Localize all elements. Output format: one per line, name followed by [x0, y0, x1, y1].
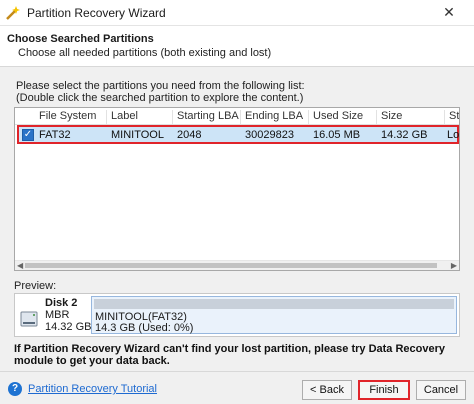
window-title: Partition Recovery Wizard	[27, 6, 166, 20]
disk-name: Disk 2	[45, 297, 78, 309]
column-header-label[interactable]: Label	[107, 110, 173, 124]
instruction-line-1: Please select the partitions you need fr…	[16, 80, 305, 92]
column-header-ending-lba[interactable]: Ending LBA	[241, 110, 309, 124]
cell-used-size: 16.05 MB	[313, 129, 361, 141]
wizard-content: Please select the partitions you need fr…	[0, 66, 474, 404]
close-button[interactable]: ✕	[438, 2, 460, 22]
back-button[interactable]: < Back	[302, 380, 352, 400]
page-subtitle: Choose all needed partitions (both exist…	[18, 47, 272, 59]
row-checkbox[interactable]: ✓	[22, 129, 34, 141]
disk-preview: Disk 2 MBR 14.32 GB MINITOOL(FAT32) 14.3…	[14, 293, 460, 337]
cell-file-system: FAT32	[39, 129, 71, 141]
column-header-used-size[interactable]: Used Size	[309, 110, 377, 124]
disk-size: 14.32 GB	[45, 321, 92, 333]
partition-usage-bar	[94, 299, 454, 309]
recovery-note: If Partition Recovery Wizard can't find …	[14, 343, 446, 367]
cell-ending-lba: 30029823	[245, 129, 294, 141]
instruction-line-2: (Double click the searched partition to …	[16, 92, 304, 104]
cell-size: 14.32 GB	[381, 129, 428, 141]
scroll-right-icon[interactable]: ▶	[451, 261, 457, 270]
tutorial-link[interactable]: Partition Recovery Tutorial	[28, 383, 157, 395]
partition-size: 14.3 GB (Used: 0%)	[95, 322, 194, 334]
disk-drive-icon	[20, 311, 38, 327]
cell-starting-lba: 2048	[177, 129, 202, 141]
table-row[interactable]: ✓ FAT32 MINITOOL 2048 30029823 16.05 MB …	[17, 125, 459, 144]
wizard-wand-icon	[6, 6, 20, 20]
horizontal-scrollbar[interactable]: ◀ ▶	[15, 260, 459, 270]
column-header-size[interactable]: Size	[377, 110, 445, 124]
partition-table[interactable]: File System Label Starting LBA Ending LB…	[14, 107, 460, 271]
scrollbar-thumb[interactable]	[25, 263, 437, 268]
column-header-status[interactable]: Stat	[445, 110, 459, 124]
column-header-file-system[interactable]: File System	[35, 110, 107, 124]
title-bar: Partition Recovery Wizard ✕	[0, 0, 474, 26]
wizard-header: Choose Searched Partitions Choose all ne…	[0, 27, 474, 65]
partition-block[interactable]: MINITOOL(FAT32) 14.3 GB (Used: 0%)	[91, 296, 457, 334]
cancel-button[interactable]: Cancel	[416, 380, 466, 400]
help-icon[interactable]: ?	[8, 382, 22, 396]
page-title: Choose Searched Partitions	[7, 33, 154, 45]
disk-type: MBR	[45, 309, 70, 321]
scroll-left-icon[interactable]: ◀	[17, 261, 23, 270]
footer: ? Partition Recovery Tutorial < Back Fin…	[0, 371, 474, 404]
finish-button[interactable]: Finish	[358, 380, 410, 400]
column-header-starting-lba[interactable]: Starting LBA	[173, 110, 241, 124]
preview-label: Preview:	[14, 280, 57, 292]
cell-status: Los	[447, 129, 460, 141]
table-header: File System Label Starting LBA Ending LB…	[15, 108, 459, 125]
cell-label: MINITOOL	[111, 129, 164, 141]
